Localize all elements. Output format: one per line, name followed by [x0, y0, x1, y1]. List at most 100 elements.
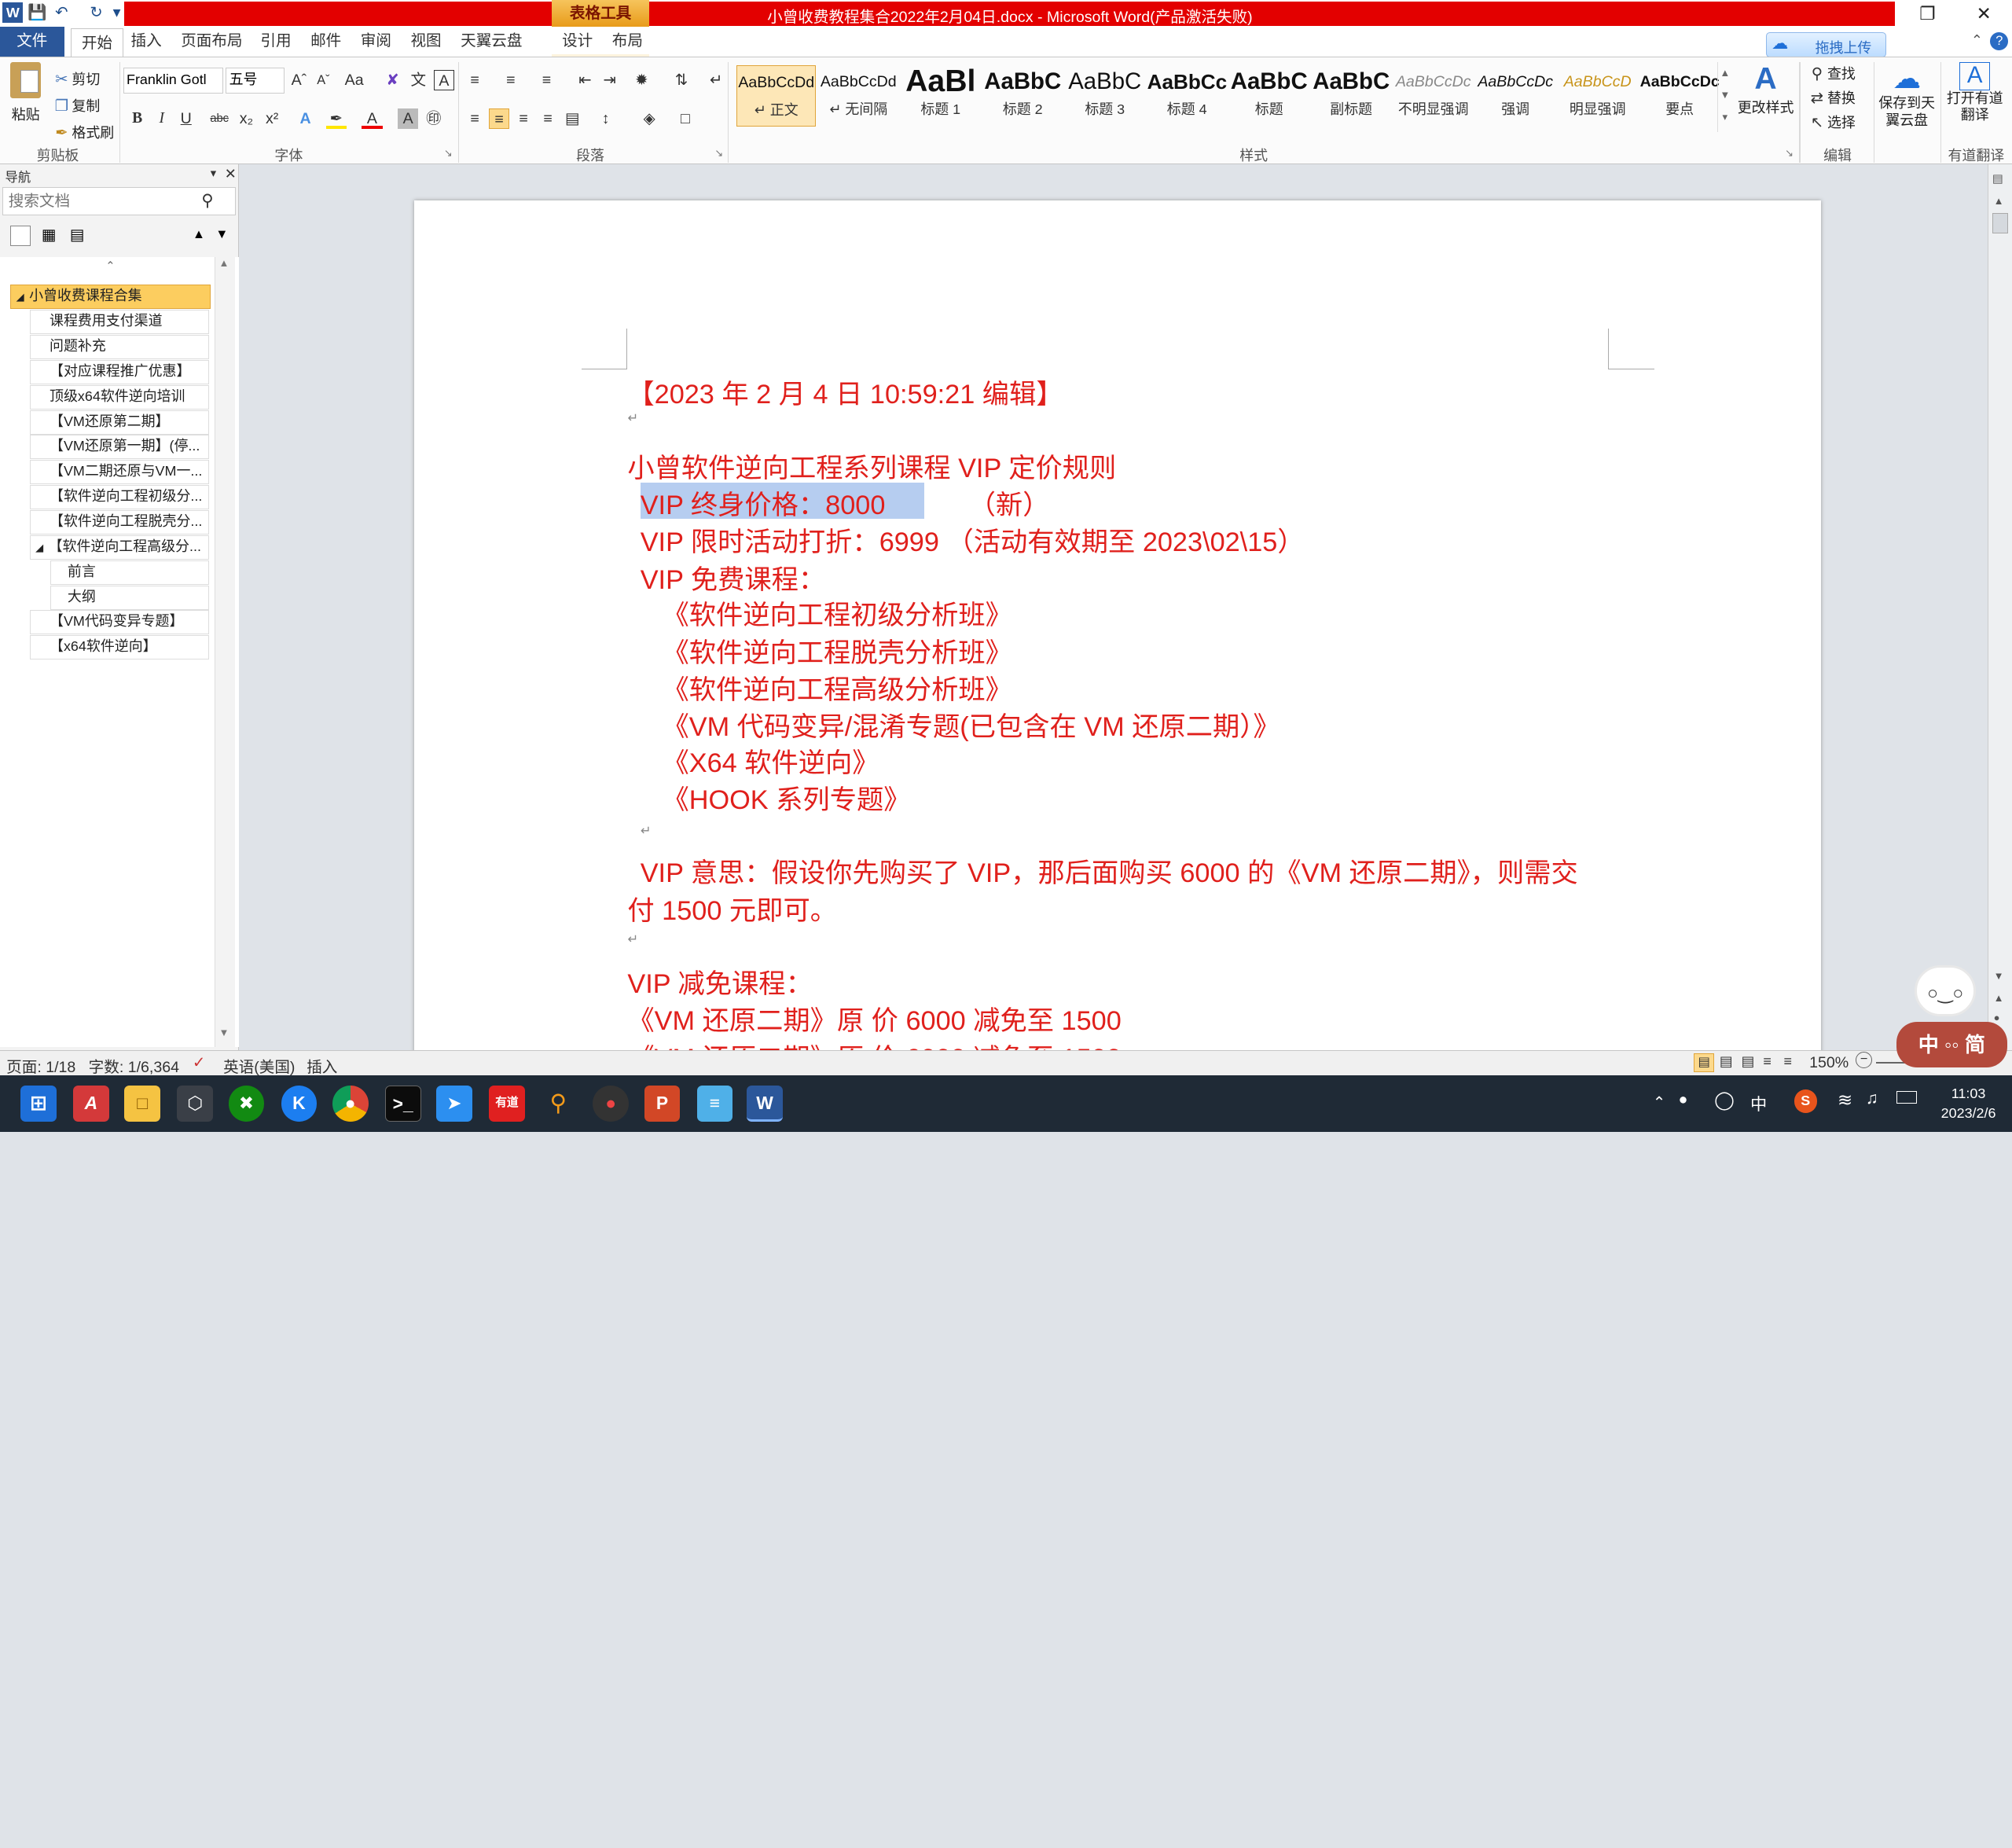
cube-app-icon[interactable]: ⬡	[177, 1086, 214, 1122]
superscript-icon[interactable]: x²	[262, 108, 282, 129]
tab-home[interactable]: 开始	[70, 28, 124, 57]
document-area[interactable]: 【2023 年 2 月 4 日 10:59:21 编辑】 ↵ 小曾软件逆向工程系…	[240, 163, 1988, 1050]
restore-button[interactable]: ❐	[1899, 0, 1955, 27]
powerpoint-icon[interactable]: P	[644, 1086, 681, 1122]
nav-item[interactable]: 大纲	[50, 585, 210, 610]
style-normal[interactable]: AaBbCcDd ↵ 正文	[736, 64, 817, 127]
mascot-widget[interactable]: ○‿○ 中 ◦◦ 简	[1892, 964, 2007, 1068]
font-color-icon[interactable]: A	[362, 108, 383, 130]
outline-view-icon[interactable]: ≡	[1763, 1053, 1771, 1070]
style-heading-3[interactable]: AaBbC 标题 3	[1065, 65, 1144, 127]
ribbon-collapse-icon[interactable]: ⌃	[1971, 32, 1983, 49]
tray-chevron-icon[interactable]: ⌃	[1653, 1093, 1665, 1112]
tab-references[interactable]: 引用	[250, 27, 301, 57]
font-size-select[interactable]: 五号	[226, 67, 285, 94]
k-app-icon[interactable]: K	[281, 1086, 318, 1122]
align-left-icon[interactable]: ≡	[464, 108, 485, 129]
increase-indent-icon[interactable]: ⇥	[599, 70, 619, 90]
nav-item[interactable]: 【VM二期还原与VM一...	[29, 460, 210, 485]
char-shading-icon[interactable]: A	[398, 108, 419, 130]
scroll-up-icon[interactable]: ▲	[1994, 195, 2004, 207]
nav-item[interactable]: 【VM还原第二期】	[29, 410, 210, 435]
start-icon[interactable]: ⊞	[20, 1086, 57, 1122]
change-styles-button[interactable]: A 更改样式	[1736, 62, 1795, 117]
youdao-icon[interactable]: 有道	[489, 1086, 525, 1122]
language[interactable]: 英语(美国)	[223, 1054, 295, 1077]
borders-icon[interactable]: □	[675, 108, 696, 129]
nav-item[interactable]: 顶级x64软件逆向培训	[29, 384, 210, 410]
nav-item-root[interactable]: ◢ 小曾收费课程合集	[10, 285, 211, 310]
cut-button[interactable]: ✂ 剪切	[51, 65, 100, 90]
scroll-up-icon[interactable]: ▲	[219, 257, 229, 269]
open-youdao-button[interactable]: A 打开有道翻译	[1943, 62, 2007, 123]
mascot-ime-bar[interactable]: 中 ◦◦ 简	[1896, 1021, 2007, 1068]
terminal-icon[interactable]: >_	[384, 1086, 421, 1122]
save-icon[interactable]: 💾	[27, 2, 47, 23]
next-heading-icon[interactable]: ▼	[215, 227, 228, 242]
nav-pane-menu-icon[interactable]: ▾	[211, 167, 216, 180]
gallery-scroll[interactable]: ▲ ▼ ▾	[1716, 62, 1733, 132]
nav-item[interactable]: ◢ 【软件逆向工程高级分...	[29, 535, 210, 560]
xbox-icon[interactable]: ✖	[228, 1086, 265, 1122]
grow-font-icon[interactable]: Aˆ	[288, 70, 309, 90]
nav-item[interactable]: 【VM还原第一期】(停...	[29, 435, 210, 460]
tray-app-icon[interactable]: ●	[1679, 1091, 1688, 1109]
notepad-icon[interactable]: ≡	[696, 1086, 733, 1122]
style-intense-emphasis[interactable]: AaBbCcD 明显强调	[1558, 65, 1637, 127]
nav-item[interactable]: 课程费用支付渠道	[29, 310, 210, 335]
nav-item[interactable]: 前言	[50, 560, 210, 585]
word-count[interactable]: 字数: 1/6,364	[89, 1054, 179, 1077]
replace-button[interactable]: ⇄ 替换	[1807, 84, 1856, 108]
zoom-level[interactable]: 150%	[1809, 1054, 1849, 1072]
tab-layout[interactable]: 布局	[602, 27, 653, 57]
decrease-indent-icon[interactable]: ⇤	[575, 70, 595, 90]
draft-view-icon[interactable]: ≡	[1783, 1053, 1791, 1070]
style-heading-1[interactable]: AaBl 标题 1	[901, 65, 980, 127]
char-border-icon[interactable]: A	[433, 70, 454, 91]
insert-mode[interactable]: 插入	[307, 1054, 337, 1077]
search-icon[interactable]: ⚲	[201, 191, 214, 211]
italic-icon[interactable]: I	[152, 108, 172, 129]
wifi-icon[interactable]: ≋	[1838, 1089, 1852, 1111]
nav-item[interactable]: 【软件逆向工程初级分...	[29, 485, 210, 510]
style-strong[interactable]: AaBbCcDc 要点	[1640, 65, 1720, 127]
volume-icon[interactable]: ♫	[1866, 1089, 1878, 1108]
undo-icon[interactable]: ↶	[51, 2, 72, 23]
print-layout-icon[interactable]: ▤	[1694, 1053, 1715, 1073]
tab-insert[interactable]: 插入	[120, 27, 171, 57]
tab-page-layout[interactable]: 页面布局	[171, 27, 252, 57]
find-button[interactable]: ⚲ 查找	[1807, 60, 1856, 84]
style-emphasis[interactable]: AaBbCcDc 强调	[1476, 65, 1555, 127]
sort-icon[interactable]: ⇅	[671, 70, 692, 90]
chinese-layout-icon[interactable]: ✹	[631, 70, 652, 90]
sogou-icon[interactable]: S	[1794, 1089, 1817, 1113]
strikethrough-icon[interactable]: abc	[209, 108, 229, 129]
save-to-cloud-button[interactable]: ☁ 保存到天翼云盘	[1876, 62, 1937, 128]
tab-tianyi-cloud[interactable]: 天翼云盘	[450, 27, 532, 57]
ime-indicator[interactable]: 中	[1750, 1091, 1767, 1115]
justify-icon[interactable]: ≡	[538, 108, 558, 129]
nav-item[interactable]: 【对应课程推广优惠】	[29, 359, 210, 384]
bird-app-icon[interactable]: ➤	[436, 1086, 472, 1122]
nav-item[interactable]: 【x64软件逆向】	[29, 635, 210, 660]
ruler-toggle-icon[interactable]: ▤	[1992, 172, 2003, 186]
document-page[interactable]: 【2023 年 2 月 4 日 10:59:21 编辑】 ↵ 小曾软件逆向工程系…	[414, 200, 1821, 1050]
redo-icon[interactable]: ↻	[86, 2, 106, 23]
acrobat-icon[interactable]: A	[73, 1086, 109, 1122]
microphone-icon[interactable]: ◯	[1714, 1089, 1735, 1111]
paste-button[interactable]: 粘贴	[6, 60, 46, 137]
font-dialog-launcher-icon[interactable]: ↘	[444, 147, 453, 160]
tab-design[interactable]: 设计	[552, 27, 603, 57]
proofing-icon[interactable]: ✓	[193, 1053, 205, 1072]
align-center-icon[interactable]: ≡	[489, 108, 510, 130]
underline-icon[interactable]: U	[176, 108, 196, 129]
paragraph-dialog-launcher-icon[interactable]: ↘	[714, 147, 723, 160]
battery-icon[interactable]	[1896, 1090, 1918, 1104]
qat-dropdown-icon[interactable]: ▾	[110, 2, 123, 23]
word-app-icon[interactable]: W	[2, 2, 24, 24]
close-button[interactable]: ✕	[1955, 0, 2012, 27]
enclose-char-icon[interactable]: ㊞	[424, 108, 444, 129]
browse-pages-icon[interactable]: ▦	[39, 226, 59, 246]
scroll-thumb[interactable]	[1992, 213, 2008, 234]
nav-item[interactable]: 【软件逆向工程脱壳分...	[29, 509, 210, 535]
